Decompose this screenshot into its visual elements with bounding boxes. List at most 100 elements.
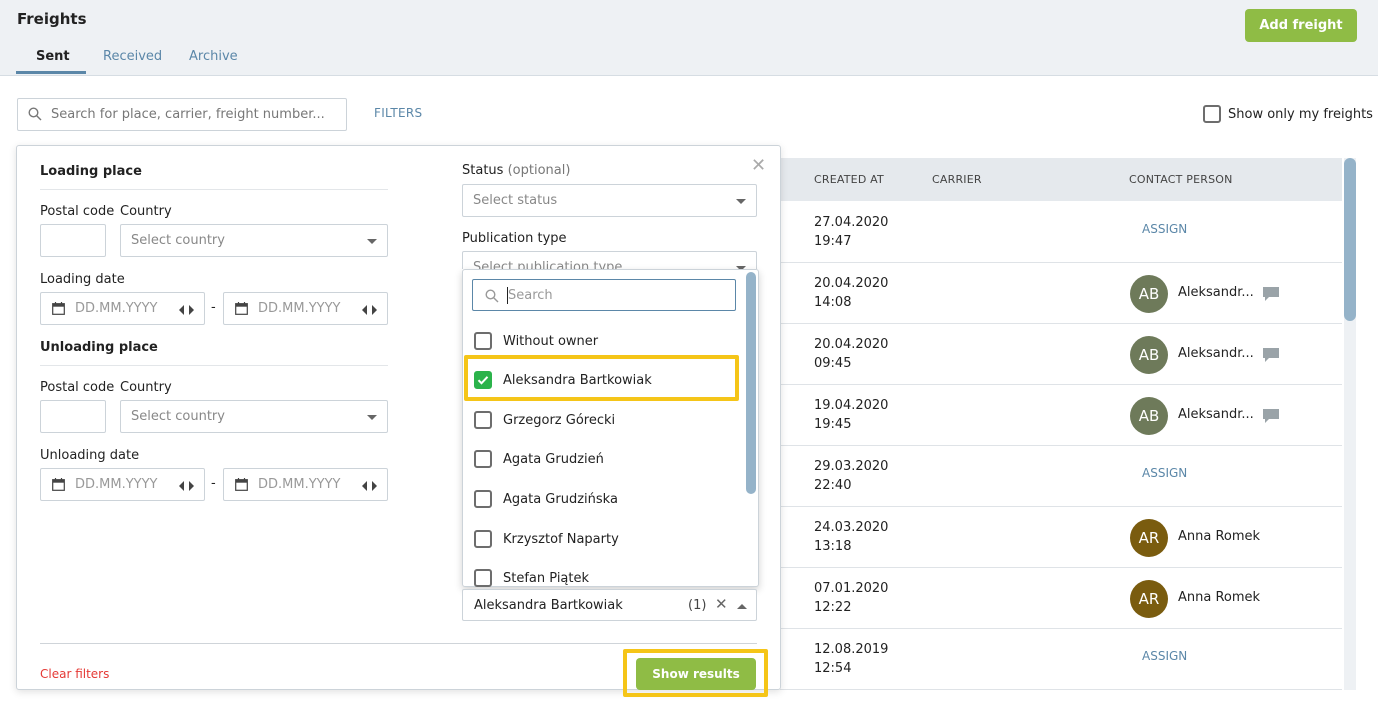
show-only-mine-label: Show only my freights (1228, 106, 1373, 122)
row-time: 12:22 (814, 600, 852, 615)
option-checkbox[interactable] (474, 490, 492, 508)
assign-link[interactable]: ASSIGN (1142, 649, 1187, 663)
chat-icon[interactable] (1262, 347, 1280, 367)
row-time: 22:40 (814, 478, 852, 493)
unloading-date-to[interactable]: DD.MM.YYYY (223, 468, 388, 501)
row-time: 14:08 (814, 295, 852, 310)
row-date: 27.04.2020 (814, 215, 889, 230)
status-optional-text: (optional) (507, 163, 571, 178)
loading-date-to[interactable]: DD.MM.YYYY (223, 292, 388, 325)
calendar-icon (52, 302, 65, 319)
tab-archive[interactable]: Archive (189, 49, 238, 64)
owner-option[interactable]: Grzegorz Górecki (474, 411, 615, 429)
row-date: 12.08.2019 (814, 642, 889, 657)
loading-postal-input[interactable] (40, 224, 106, 257)
option-checkbox[interactable] (474, 530, 492, 548)
search-icon (28, 107, 42, 125)
publication-type-select[interactable]: Select publication type (462, 251, 757, 269)
chevron-down-icon (367, 415, 377, 420)
date-range-separator: - (211, 300, 216, 315)
owner-option[interactable]: Without owner (474, 332, 598, 350)
table-row[interactable]: 19.04.2020 19:45 AB Aleksandr... (780, 385, 1342, 446)
calendar-icon (235, 302, 248, 319)
stepper-arrows-icon[interactable] (179, 480, 194, 495)
table-row[interactable]: 20.04.2020 09:45 AB Aleksandr... (780, 324, 1342, 385)
freight-search-input[interactable]: Search for place, carrier, freight numbe… (17, 98, 347, 131)
option-checkbox[interactable] (474, 569, 492, 587)
show-results-button[interactable]: Show results (636, 658, 756, 690)
date-placeholder: DD.MM.YYYY (258, 301, 341, 316)
show-only-my-freights[interactable]: Show only my freights (1203, 105, 1373, 123)
unloading-country-select[interactable]: Select country (120, 400, 388, 433)
tab-sent[interactable]: Sent (36, 49, 70, 64)
status-placeholder: Select status (473, 193, 558, 208)
owner-selected-count: (1) (688, 598, 707, 613)
show-only-mine-checkbox[interactable] (1203, 105, 1221, 123)
unloading-date-from[interactable]: DD.MM.YYYY (40, 468, 205, 501)
clear-selection-icon[interactable]: ✕ (715, 595, 728, 613)
table-row[interactable]: 24.03.2020 13:18 AR Anna Romek (780, 507, 1342, 568)
row-time: 19:47 (814, 234, 852, 249)
row-time: 19:45 (814, 417, 852, 432)
option-label: Grzegorz Górecki (503, 412, 616, 428)
add-freight-button[interactable]: Add freight (1245, 9, 1357, 42)
assign-link[interactable]: ASSIGN (1142, 222, 1187, 236)
contact-name: Aleksandr... (1178, 407, 1254, 422)
table-row[interactable]: 27.04.2020 19:47 ASSIGN (780, 202, 1342, 263)
owner-select[interactable]: Aleksandra Bartkowiak (1) ✕ (462, 589, 757, 621)
table-row[interactable]: 07.01.2020 12:22 AR Anna Romek (780, 568, 1342, 629)
column-carrier[interactable]: CARRIER (932, 173, 982, 186)
option-checkbox[interactable] (474, 411, 492, 429)
row-date: 07.01.2020 (814, 581, 889, 596)
owner-option[interactable]: Stefan Piątek (474, 569, 589, 587)
unloading-postal-input[interactable] (40, 400, 106, 433)
stepper-arrows-icon[interactable] (362, 480, 377, 495)
table-row[interactable]: 20.04.2020 14:08 AB Aleksandr... (780, 263, 1342, 324)
country-placeholder: Select country (131, 233, 225, 248)
row-time: 09:45 (814, 356, 852, 371)
option-label: Krzysztof Naparty (503, 531, 619, 547)
chevron-up-icon[interactable] (737, 604, 747, 609)
loading-postal-label: Postal code (40, 204, 115, 219)
assign-link[interactable]: ASSIGN (1142, 466, 1187, 480)
option-checkbox[interactable] (474, 332, 492, 350)
stepper-arrows-icon[interactable] (179, 304, 194, 319)
option-label: Agata Grudzińska (503, 491, 618, 507)
option-checkbox[interactable] (474, 450, 492, 468)
active-tab-indicator (16, 71, 86, 74)
avatar: AR (1130, 580, 1168, 618)
status-label-text: Status (462, 163, 504, 178)
row-date: 29.03.2020 (814, 459, 889, 474)
row-date: 20.04.2020 (814, 337, 889, 352)
close-icon[interactable]: ✕ (751, 155, 766, 176)
table-row[interactable]: 29.03.2020 22:40 ASSIGN (780, 446, 1342, 507)
publication-type-label: Publication type (462, 231, 567, 246)
loading-date-label: Loading date (40, 272, 125, 287)
page-title: Freights (17, 10, 87, 28)
tab-received[interactable]: Received (103, 49, 162, 64)
option-label: Stefan Piątek (503, 570, 590, 586)
dropdown-scrollbar-thumb[interactable] (746, 272, 756, 494)
status-select[interactable]: Select status (462, 184, 757, 217)
loading-country-select[interactable]: Select country (120, 224, 388, 257)
search-placeholder: Search for place, carrier, freight numbe… (51, 107, 325, 122)
owner-search-input[interactable]: Search (472, 279, 736, 311)
divider (40, 365, 388, 366)
loading-date-from[interactable]: DD.MM.YYYY (40, 292, 205, 325)
owner-option[interactable]: Krzysztof Naparty (474, 530, 619, 548)
date-placeholder: DD.MM.YYYY (75, 301, 158, 316)
clear-filters-link[interactable]: Clear filters (40, 667, 109, 681)
chat-icon[interactable] (1262, 286, 1280, 306)
stepper-arrows-icon[interactable] (362, 304, 377, 319)
date-placeholder: DD.MM.YYYY (258, 477, 341, 492)
owner-option[interactable]: Agata Grudzień (474, 450, 604, 468)
loading-country-label: Country (120, 204, 172, 219)
table-scrollbar-thumb[interactable] (1344, 158, 1356, 321)
option-label: Agata Grudzień (503, 451, 604, 467)
chat-icon[interactable] (1262, 408, 1280, 428)
table-row[interactable]: 12.08.2019 12:54 ASSIGN (780, 629, 1342, 690)
filters-toggle[interactable]: FILTERS (374, 106, 422, 120)
column-contact-person[interactable]: CONTACT PERSON (1129, 173, 1233, 186)
column-created-at[interactable]: CREATED AT (814, 173, 884, 186)
owner-option[interactable]: Agata Grudzińska (474, 490, 618, 508)
